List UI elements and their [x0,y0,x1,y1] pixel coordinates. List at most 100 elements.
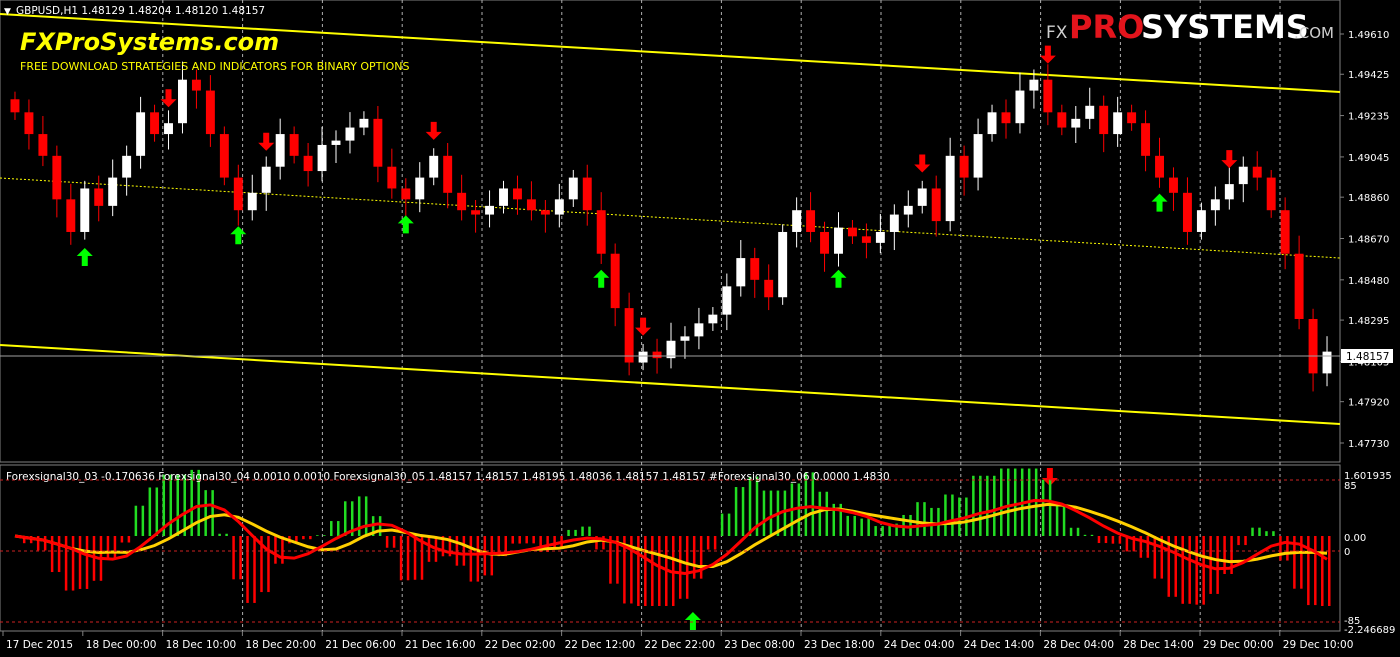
candle-body [903,205,913,215]
candle-body [10,99,20,113]
histogram-bar [511,536,514,544]
candle-body [1280,210,1290,254]
histogram-bar [1188,536,1191,604]
candle-body [331,140,341,145]
oscillator-panel[interactable] [0,464,1341,632]
histogram-bar [1118,536,1122,544]
price-tick-label: 1.48860 [1348,193,1389,204]
candle-body [429,155,439,178]
logo-systems: SYSTEMS [1141,8,1309,46]
time-axis: 17 Dec 2015 18 Dec 00:00 18 Dec 10:00 18 De… [2,631,1353,651]
dropdown-triangle-icon[interactable]: ▼ [4,7,11,17]
candle-body [889,214,899,232]
histogram-bar [748,476,752,536]
histogram-bar [406,536,410,581]
histogram-bar [1013,468,1017,536]
histogram-bar [476,536,480,582]
symbol-header: GBPUSD,H1 1.48129 1.48204 1.48120 1.4815… [16,5,265,17]
candle-body [247,192,257,211]
histogram-bar [183,474,186,536]
time-tick-label: 21 Dec 06:00 [325,639,396,651]
histogram-bar [532,536,535,544]
candle-body [736,258,746,287]
histogram-bar [644,536,647,606]
histogram-bar [1279,536,1282,561]
price-tick-label: 1.49610 [1348,30,1389,41]
price-tick-label: 1.48670 [1348,235,1389,246]
candle-body [1099,105,1109,135]
histogram-bar [993,475,996,536]
histogram-bar [155,487,159,536]
histogram-bar [253,536,256,603]
candle-body [275,134,285,167]
histogram-bar [699,536,703,579]
histogram-bar [134,505,138,536]
candle-body [624,308,634,363]
time-tick-label: 18 Dec 20:00 [245,639,316,651]
candle-body [568,177,578,200]
histogram-bar [1104,536,1108,544]
candle-body [526,199,536,211]
time-tick-label: 24 Dec 04:00 [884,639,955,651]
histogram-bar [1314,536,1317,606]
candle-body [861,236,871,243]
histogram-bar [1069,527,1073,536]
histogram-bar [588,526,591,536]
histogram-bar [78,536,82,589]
candle-body [945,155,955,222]
candle-body [792,210,802,232]
candle-body [1322,351,1332,374]
candle-body [191,79,201,91]
histogram-bar [1321,536,1324,606]
histogram-bar [1146,536,1150,558]
histogram-bar [727,513,731,536]
histogram-bar [518,536,521,544]
trading-chart[interactable]: 1.49610 1.49425 1.49235 1.49045 1.48860 1.486… [0,0,1400,657]
histogram-bar [581,526,584,536]
candle-body [136,112,146,156]
osc-top-level: 85 [1344,481,1357,492]
candle-body [764,279,774,298]
histogram-bar [490,536,494,576]
histogram-bar [1216,536,1219,594]
candle-body [1113,112,1123,135]
histogram-bar [720,513,724,536]
candle-body [1057,112,1067,128]
candle-body [638,351,648,363]
candle-body [345,127,355,141]
histogram-bar [218,533,221,536]
histogram-bar [85,536,89,589]
histogram-bar [232,536,235,580]
candle-body [178,79,187,124]
histogram-bar [1244,536,1247,546]
histogram-bar [169,474,173,536]
histogram-bar [1062,504,1066,536]
time-tick-label: 18 Dec 00:00 [86,639,157,651]
brand-logo: FX PRO SYSTEMS .COM [1046,8,1334,46]
histogram-bar [1048,479,1052,536]
histogram-bar [651,536,654,606]
candle-body [359,118,369,128]
candle-body [219,134,229,178]
candle-body [680,336,690,341]
histogram-bar [148,487,152,536]
histogram-bar [930,507,933,536]
logo-pro: PRO [1069,8,1144,46]
candle-body [1127,112,1137,124]
histogram-bar [972,475,975,536]
candle-body [1308,318,1318,374]
histogram-bar [658,536,661,606]
histogram-bar [211,490,214,536]
histogram-bar [43,536,47,551]
candle-body [596,210,606,254]
histogram-bar [302,536,305,540]
candle-body [205,90,215,135]
histogram-bar [469,536,473,582]
candle-body [52,155,62,200]
histogram-bar [120,536,124,543]
histogram-bar [1055,504,1059,536]
candle-body [108,177,118,206]
price-axis: 1.49610 1.49425 1.49235 1.49045 1.48860 1.486… [1340,30,1389,450]
candle-body [66,199,76,232]
candle-body [652,351,662,359]
